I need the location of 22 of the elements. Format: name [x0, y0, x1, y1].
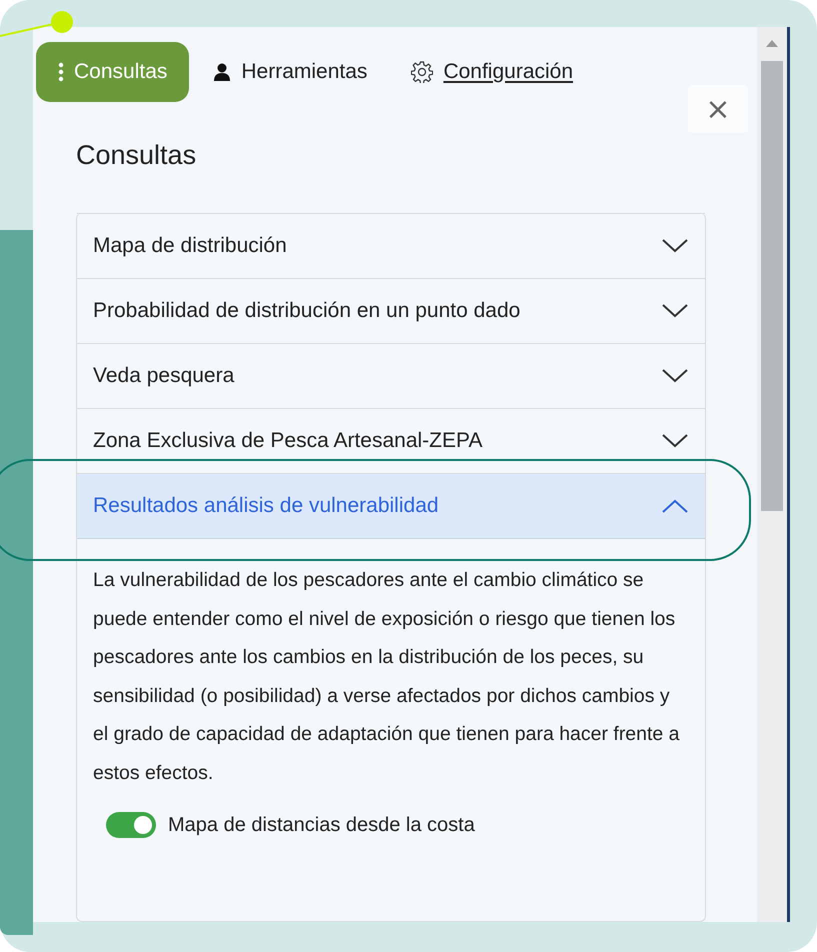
accordion-header[interactable]: Zona Exclusiva de Pesca Artesanal-ZEPA: [77, 409, 705, 473]
close-button[interactable]: ×: [688, 85, 748, 133]
nav-tab[interactable]: Herramientas: [193, 42, 388, 102]
menu-icon: [58, 62, 64, 82]
chevron-down-icon: [661, 303, 689, 319]
chevron-down-icon: [661, 433, 689, 449]
scroll-up-icon[interactable]: [766, 39, 778, 47]
panel-heading: Consultas: [76, 140, 198, 171]
toggle-switch[interactable]: [106, 812, 156, 838]
accordion-header[interactable]: Probabilidad de distribución en un punto dado: [77, 279, 705, 343]
accordion-header[interactable]: Resultados análisis de vulnerabilidad: [77, 474, 705, 539]
scrollbar[interactable]: [757, 27, 790, 922]
chevron-up-icon: [661, 498, 689, 514]
accordion-header[interactable]: Veda pesquera: [77, 344, 705, 408]
person-icon: [213, 63, 232, 81]
nav-tab[interactable]: Configuración: [391, 42, 594, 102]
description-text: La vulnerabilidad de los pescadores ante el cambio climático se puede entender como el nivel de exposición o riesgo que tienen los pescadores ante los cambios en la distribución de los peces, su sensibilidad (o posibilidad) a verse afectados por dichos cambios y el grado de capacidad de adaptación que tienen para hacer frente a estos efectos.: [93, 568, 681, 786]
accordion-header[interactable]: Mapa de distribución: [77, 214, 705, 278]
chevron-down-icon: [661, 238, 689, 254]
settings-icon: [411, 61, 434, 83]
toggle-label: Mapa de distancias desde la costa: [168, 814, 475, 836]
chevron-down-icon: [661, 368, 689, 384]
